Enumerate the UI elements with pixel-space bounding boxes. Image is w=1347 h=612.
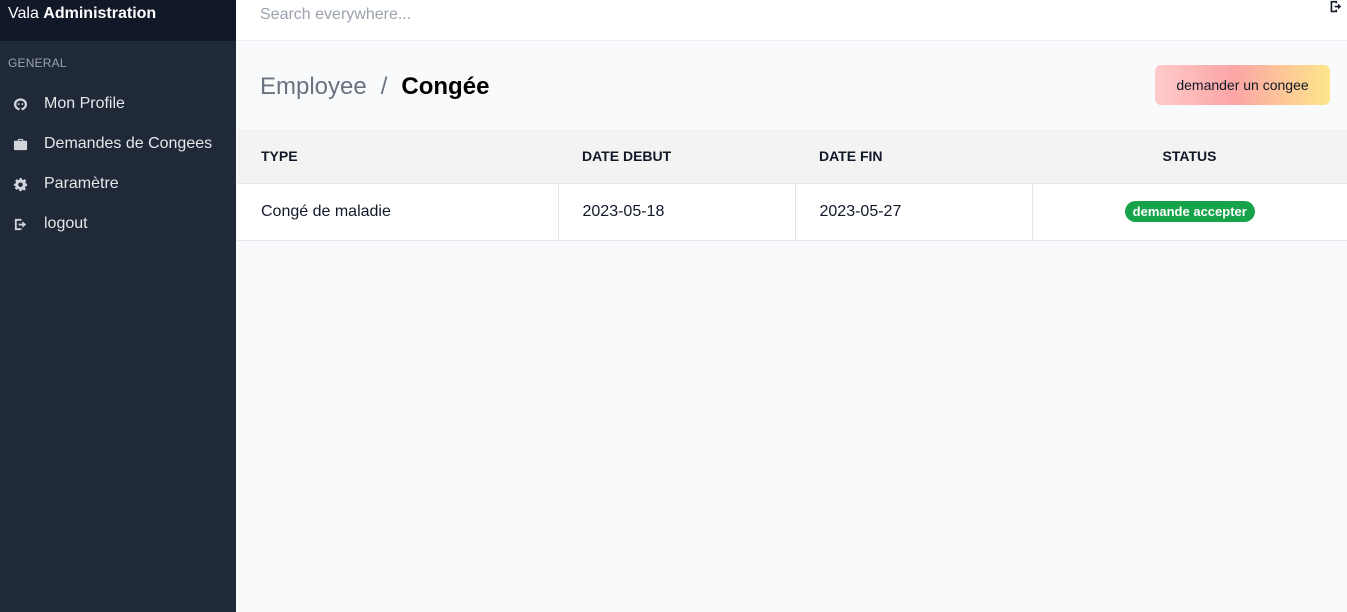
table-header-row: TYPE DATE DEBUT DATE FIN STATUS — [237, 129, 1347, 183]
status-badge: demande accepter — [1124, 201, 1255, 222]
sidebar-item-label: Demandes de Congees — [44, 135, 213, 152]
sidebar-item-logout[interactable]: logout — [0, 204, 236, 244]
column-header-status: STATUS — [1162, 147, 1217, 164]
column-header-type: TYPE — [261, 147, 298, 164]
sidebar-item-mon-profile[interactable]: Mon Profile — [0, 84, 236, 124]
sidebar-section-label: GENERAL — [8, 56, 67, 70]
leave-table-container: TYPE DATE DEBUT DATE FIN STATUS Congé de… — [237, 129, 1347, 241]
column-header-date-debut: DATE DEBUT — [582, 147, 672, 164]
breadcrumb-separator: / — [380, 73, 388, 100]
request-leave-button[interactable]: demander un congee — [1155, 65, 1330, 105]
brand: Vala Administration — [0, 0, 236, 41]
table-row: Congé de maladie 2023-05-18 2023-05-27 d… — [237, 183, 1347, 240]
cell-date-fin: 2023-05-27 — [795, 183, 1033, 240]
brand-prefix: Vala — [8, 5, 39, 22]
top-bar — [236, 0, 1347, 41]
profile-icon — [12, 96, 28, 112]
page-header: Employee / Congée demander un congee — [236, 41, 1347, 129]
sidebar-item-label: logout — [44, 215, 88, 232]
page-title: Congée — [401, 73, 490, 100]
cell-date-debut: 2023-05-18 — [558, 183, 796, 240]
sidebar-nav: Mon Profile Demandes de Congees Paramètr… — [0, 84, 236, 244]
cell-type: Congé de maladie — [237, 183, 559, 240]
logout-icon[interactable] — [1329, 0, 1343, 14]
search-input[interactable] — [260, 4, 660, 26]
sidebar: Vala Administration GENERAL Mon Profile … — [0, 0, 236, 612]
sidebar-item-demandes-de-congees[interactable]: Demandes de Congees — [0, 124, 236, 164]
sidebar-item-label: Mon Profile — [44, 95, 125, 112]
cell-status: demande accepter — [1032, 183, 1347, 240]
briefcase-icon — [12, 136, 28, 152]
leave-table: TYPE DATE DEBUT DATE FIN STATUS Congé de… — [237, 129, 1347, 241]
sidebar-item-label: Paramètre — [44, 175, 119, 192]
logout-icon — [12, 216, 28, 232]
brand-name: Administration — [43, 5, 157, 22]
breadcrumb: Employee / Congée — [260, 72, 489, 102]
column-header-date-fin: DATE FIN — [819, 147, 883, 164]
sidebar-item-parametre[interactable]: Paramètre — [0, 164, 236, 204]
breadcrumb-parent[interactable]: Employee — [260, 73, 367, 100]
gear-icon — [12, 176, 28, 192]
